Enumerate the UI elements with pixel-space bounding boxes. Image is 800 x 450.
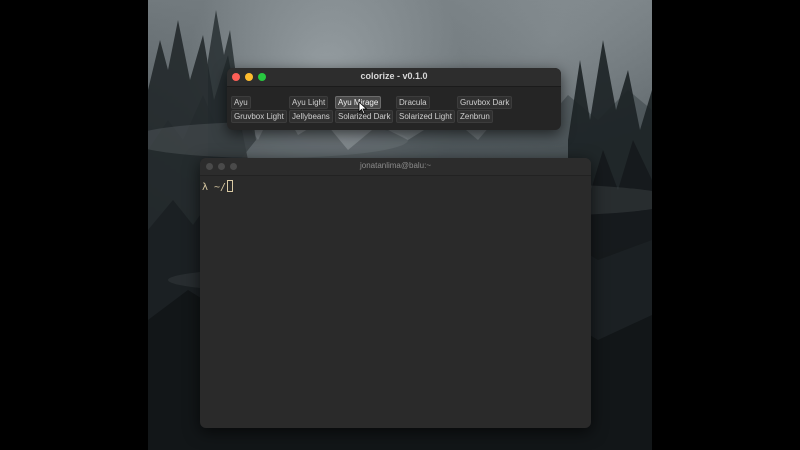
terminal-title: jonatanlima@balu:~ [359,161,432,170]
colorize-window: colorize - v0.1.0 Ayu Ayu Light Ayu Mira… [227,68,561,130]
terminal-window[interactable]: jonatanlima@balu:~ λ ~/ [200,158,591,428]
theme-button-jellybeans[interactable]: Jellybeans [289,110,333,123]
theme-button-dracula[interactable]: Dracula [396,96,430,109]
terminal-body[interactable]: λ ~/ [200,176,591,428]
terminal-titlebar[interactable]: jonatanlima@balu:~ [200,158,591,176]
shell-prompt: λ ~/ [202,182,227,193]
text-cursor [227,180,233,192]
theme-button-ayu-light[interactable]: Ayu Light [289,96,329,109]
theme-button-gruvbox-dark[interactable]: Gruvbox Dark [457,96,513,109]
colorize-titlebar[interactable]: colorize - v0.1.0 [227,68,561,87]
theme-button-ayu[interactable]: Ayu [231,96,251,109]
theme-button-zenbrun[interactable]: Zenbrun [457,110,493,123]
theme-button-gruvbox-light[interactable]: Gruvbox Light [231,110,287,123]
window-title: colorize - v0.1.0 [360,71,428,81]
theme-button-solarized-light[interactable]: Solarized Light [396,110,455,123]
mouse-pointer-icon [358,101,368,115]
